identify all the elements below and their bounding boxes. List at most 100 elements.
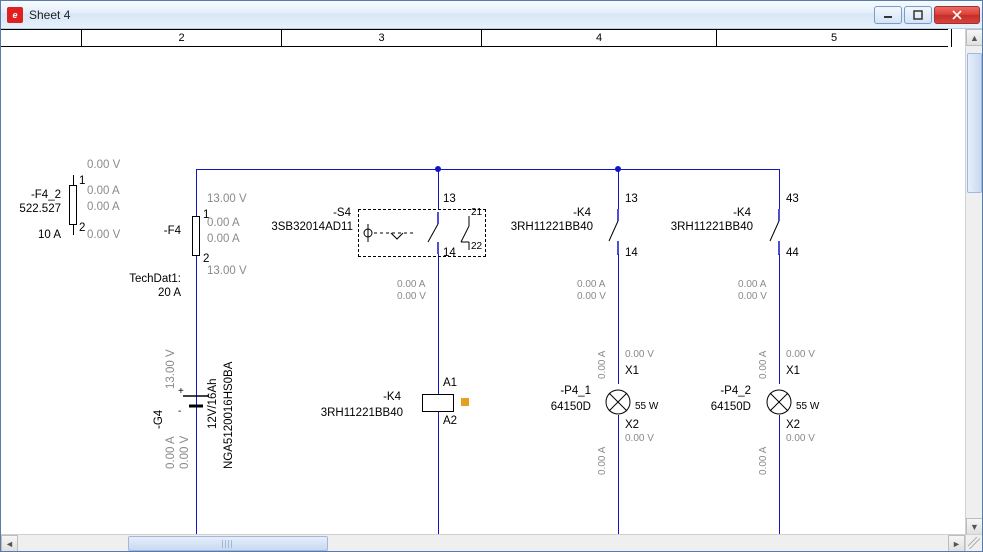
pin-label: 2 bbox=[203, 253, 209, 266]
component-rating: 10 A bbox=[1, 229, 61, 242]
measure-voltage: 13.00 V bbox=[207, 193, 247, 206]
measure-current: 0.00 A bbox=[397, 279, 425, 290]
measure-current: 0.00 A bbox=[165, 409, 178, 469]
scroll-corner bbox=[965, 534, 982, 551]
wire bbox=[196, 169, 779, 170]
component-name: -K4 bbox=[341, 391, 401, 404]
wire bbox=[196, 169, 197, 216]
app-icon: e bbox=[7, 7, 23, 23]
scroll-up-button[interactable]: ▲ bbox=[966, 29, 982, 46]
scroll-down-button[interactable]: ▼ bbox=[966, 518, 982, 535]
column-header: 2 3 4 5 bbox=[1, 29, 948, 47]
scroll-track[interactable] bbox=[18, 535, 948, 551]
wire bbox=[779, 254, 780, 384]
pin-label: A2 bbox=[443, 415, 457, 428]
component-art: 522.527 bbox=[1, 203, 61, 216]
minimize-button[interactable] bbox=[874, 6, 902, 24]
measure-current: 0.00 A bbox=[87, 185, 120, 198]
symbol-fuse bbox=[192, 216, 200, 256]
component-art: 3RH11221BB40 bbox=[309, 407, 403, 420]
maximize-button[interactable] bbox=[904, 6, 932, 24]
component-art: 64150D bbox=[531, 401, 591, 414]
pin-label: X2 bbox=[786, 419, 800, 432]
component-name: -F4 bbox=[131, 225, 181, 238]
measure-voltage: 0.00 V bbox=[625, 349, 654, 360]
client-area: 2 3 4 5 bbox=[1, 29, 982, 551]
column-label: 4 bbox=[596, 32, 602, 44]
measure-voltage: 0.00 V bbox=[179, 409, 192, 469]
column-label: 3 bbox=[378, 32, 384, 44]
component-name: -P4_2 bbox=[691, 385, 751, 398]
pin-label: 2 bbox=[79, 222, 85, 235]
pin-label: X1 bbox=[786, 365, 800, 378]
measure-current: 0.00 A bbox=[597, 415, 608, 475]
component-name: -K4 bbox=[691, 207, 751, 220]
measure-voltage: 0.00 V bbox=[625, 433, 654, 444]
wire bbox=[438, 169, 439, 209]
coil-indicator-icon bbox=[461, 398, 469, 406]
measure-current: 0.00 A bbox=[87, 201, 120, 214]
measure-current: 0.00 A bbox=[207, 233, 240, 246]
scroll-thumb[interactable] bbox=[128, 536, 328, 551]
symbol-coil bbox=[422, 394, 454, 412]
measure-voltage: 0.00 V bbox=[87, 229, 120, 242]
wire-stub bbox=[73, 225, 74, 235]
measure-current: 0.00 A bbox=[577, 279, 605, 290]
scroll-thumb[interactable] bbox=[967, 53, 982, 193]
size-grip[interactable] bbox=[968, 537, 980, 549]
component-rating: 20 A bbox=[101, 287, 181, 300]
component-art: 3RH11221BB40 bbox=[659, 221, 753, 234]
pin-label: 1 bbox=[79, 175, 85, 188]
component-name: -F4_2 bbox=[1, 189, 61, 202]
wire bbox=[618, 415, 619, 536]
component-spec: 12V/16Ah bbox=[207, 349, 220, 429]
close-icon bbox=[952, 10, 962, 20]
measure-voltage: 0.00 V bbox=[577, 291, 606, 302]
measure-voltage: 0.00 V bbox=[786, 433, 815, 444]
wire bbox=[779, 415, 780, 536]
measure-current: 0.00 A bbox=[738, 279, 766, 290]
pin-label: 43 bbox=[786, 193, 799, 206]
wire bbox=[618, 169, 619, 209]
drawing-canvas[interactable]: 2 3 4 5 bbox=[1, 29, 966, 535]
maximize-icon bbox=[913, 10, 923, 20]
scroll-right-button[interactable]: ► bbox=[948, 535, 965, 551]
pin-label: 13 bbox=[625, 193, 638, 206]
component-name: -G4 bbox=[153, 369, 166, 429]
measure-current: 0.00 A bbox=[758, 319, 769, 379]
component-art: NGA5120016HS0BA bbox=[223, 329, 236, 469]
pin-label: X1 bbox=[625, 365, 639, 378]
measure-voltage: 0.00 V bbox=[738, 291, 767, 302]
measure-voltage: 0.00 V bbox=[397, 291, 426, 302]
measure-current: 0.00 A bbox=[207, 217, 240, 230]
measure-voltage: 0.00 V bbox=[87, 159, 120, 172]
component-name: -P4_1 bbox=[531, 385, 591, 398]
pin-label: 14 bbox=[443, 247, 456, 260]
column-label: 5 bbox=[831, 32, 837, 44]
component-tech: TechDat1: bbox=[101, 273, 181, 286]
column-label: 2 bbox=[178, 32, 184, 44]
symbol-lamp bbox=[766, 389, 792, 415]
measure-voltage: 13.00 V bbox=[207, 265, 247, 278]
measure-voltage: 0.00 V bbox=[786, 349, 815, 360]
component-art: 64150D bbox=[691, 401, 751, 414]
wire-stub bbox=[73, 175, 74, 185]
wire bbox=[438, 412, 439, 536]
measure-voltage: 13.00 V bbox=[165, 329, 178, 389]
measure-current: 0.00 A bbox=[758, 415, 769, 475]
vertical-scrollbar[interactable]: ▲ ▼ bbox=[965, 29, 982, 535]
window-title: Sheet 4 bbox=[29, 8, 70, 22]
pin-label: X2 bbox=[625, 419, 639, 432]
wire bbox=[618, 254, 619, 384]
pin-label: 44 bbox=[786, 247, 799, 260]
horizontal-scrollbar[interactable]: ◄ ► bbox=[1, 534, 965, 551]
minimize-icon bbox=[883, 10, 893, 20]
component-art: 3RH11221BB40 bbox=[499, 221, 593, 234]
svg-text:+: + bbox=[178, 386, 184, 397]
scroll-left-button[interactable]: ◄ bbox=[1, 535, 18, 551]
wire bbox=[438, 254, 439, 394]
wire bbox=[779, 169, 780, 209]
component-art: 3SB32014AD11 bbox=[253, 221, 353, 234]
pin-label: A1 bbox=[443, 377, 457, 390]
close-button[interactable] bbox=[934, 6, 980, 24]
